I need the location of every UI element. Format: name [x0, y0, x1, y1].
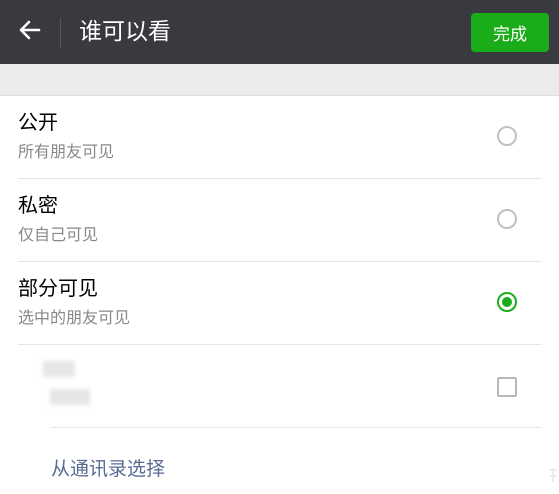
page-title: 谁可以看: [79, 19, 171, 45]
back-button[interactable]: [10, 12, 50, 52]
title-divider: [60, 18, 61, 48]
radio-button-partially-visible[interactable]: [497, 292, 517, 312]
friend-group-row[interactable]: [0, 345, 559, 427]
option-public[interactable]: 公开 所有朋友可见: [0, 96, 559, 179]
option-partially-visible[interactable]: 部分可见 选中的朋友可见: [0, 262, 559, 345]
blurred-group-name: [43, 361, 75, 377]
section-gap: [0, 64, 559, 96]
option-description: 所有朋友可见: [18, 142, 115, 161]
radio-button-private[interactable]: [497, 209, 517, 229]
top-bar: 谁可以看 完成: [0, 0, 559, 64]
option-label: 部分可见: [18, 276, 98, 300]
option-private[interactable]: 私密 仅自己可见: [0, 179, 559, 262]
option-description: 仅自己可见: [18, 225, 99, 244]
select-from-contacts-link[interactable]: 从通讯录选择: [51, 456, 165, 482]
arrow-left-icon: [18, 18, 42, 46]
watermark-fragment: [548, 466, 558, 489]
radio-button-public[interactable]: [497, 126, 517, 146]
group-checkbox[interactable]: [497, 377, 517, 397]
done-button[interactable]: 完成: [471, 13, 549, 52]
option-label: 公开: [18, 110, 58, 134]
blurred-group-members: [50, 389, 90, 405]
divider: [51, 427, 541, 428]
option-description: 选中的朋友可见: [18, 308, 131, 327]
option-label: 私密: [18, 193, 58, 217]
